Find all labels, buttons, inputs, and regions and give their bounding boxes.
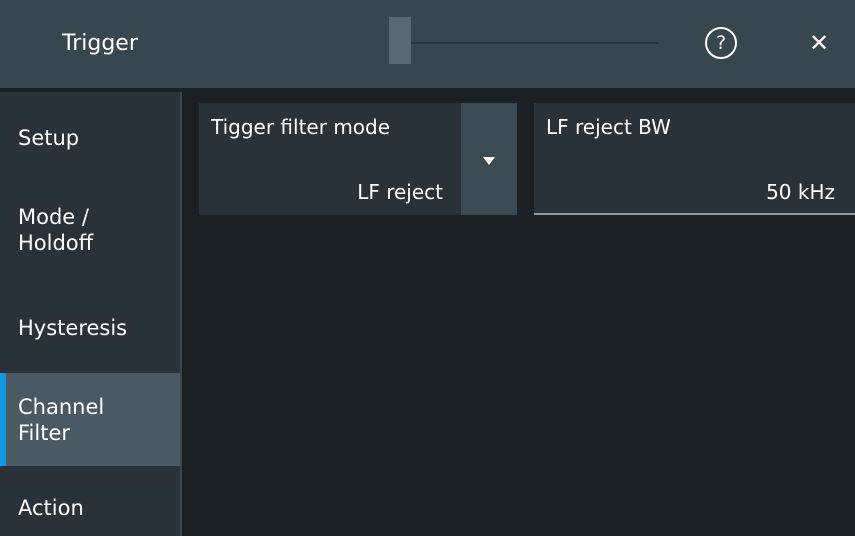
input-underline	[534, 213, 855, 215]
lf-reject-bw-label: LF reject BW	[546, 115, 671, 139]
sidebar-item-label: Setup	[18, 126, 80, 150]
sidebar-item-action[interactable]: Action	[0, 480, 180, 536]
trigger-dialog: Trigger ? ✕ Setup Mode / Holdoff Hystere…	[0, 0, 855, 536]
sidebar-item-label: Channel Filter	[18, 394, 105, 445]
filter-mode-label: Tigger filter mode	[211, 115, 391, 139]
dialog-title: Trigger	[62, 31, 138, 56]
position-slider-handle[interactable]	[389, 17, 411, 64]
lf-reject-bw-value: 50 kHz	[766, 180, 835, 204]
help-icon[interactable]: ?	[705, 27, 737, 59]
filter-mode-value: LF reject	[357, 180, 443, 204]
lf-reject-bw-field[interactable]: LF reject BW 50 kHz	[534, 103, 855, 215]
sidebar-item-label: Action	[18, 496, 84, 520]
sidebar-item-mode-holdoff[interactable]: Mode / Holdoff	[0, 180, 180, 280]
sidebar-item-channel-filter[interactable]: Channel Filter	[0, 373, 180, 466]
close-icon[interactable]: ✕	[800, 24, 838, 62]
filter-mode-select[interactable]: Tigger filter mode LF reject	[199, 103, 517, 215]
position-slider-track[interactable]	[389, 42, 659, 44]
active-indicator	[0, 373, 6, 466]
sidebar-item-hysteresis[interactable]: Hysteresis	[0, 296, 180, 360]
sidebar-item-setup[interactable]: Setup	[0, 108, 180, 168]
title-bar: Trigger ? ✕	[0, 0, 855, 88]
sidebar-item-label: Hysteresis	[18, 316, 128, 340]
chevron-down-icon	[483, 157, 495, 165]
filter-mode-dropdown-button[interactable]	[461, 103, 517, 215]
sidebar-item-label: Mode / Holdoff	[18, 205, 94, 255]
